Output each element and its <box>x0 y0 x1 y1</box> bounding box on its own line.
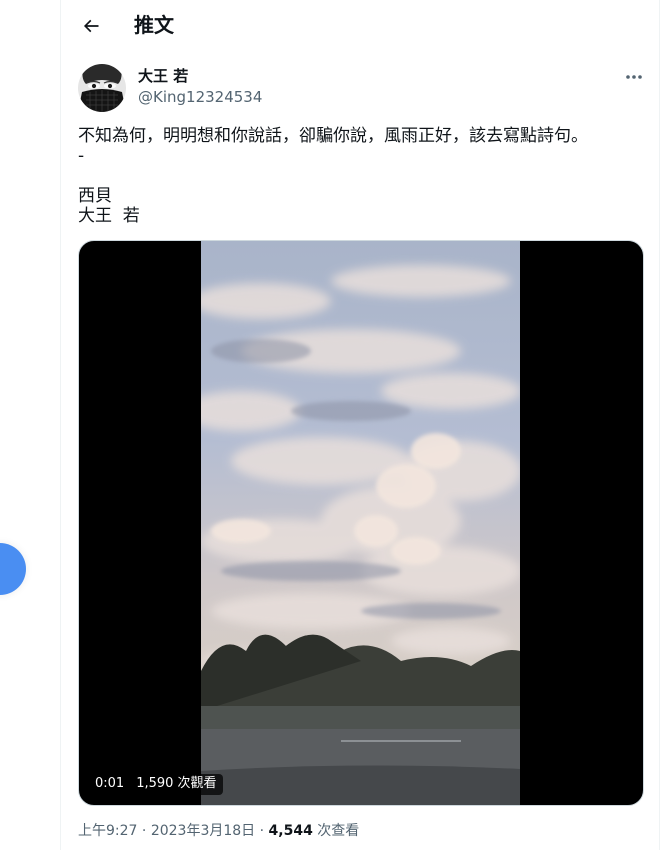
floating-action-button[interactable] <box>0 543 26 595</box>
view-count: 4,544 <box>268 823 313 839</box>
display-name[interactable]: 大王 若 <box>138 66 188 86</box>
more-button[interactable] <box>621 66 647 88</box>
video-player[interactable]: 0:01 1,590 次觀看 <box>78 240 644 806</box>
left-rail <box>0 0 60 850</box>
tweet-metadata: 上午9:27 · 2023年3月18日 · 4,544 次查看 <box>78 821 359 841</box>
tweet-time[interactable]: 上午9:27 <box>78 823 137 839</box>
tweet-text-line: - <box>78 146 85 166</box>
user-handle[interactable]: @King12324534 <box>138 87 262 107</box>
video-view-count: 1,590 次觀看 <box>136 776 217 791</box>
tweet-text-line: 不知為何，明明想和你說話，卻騙你說，風雨正好，該去寫點詩句。 <box>78 126 588 146</box>
tweet-column: 推文 大王 若 @King12324534 不知為何，明明想和你說話，卻騙你說，… <box>60 0 660 850</box>
back-arrow-icon <box>83 19 99 33</box>
signature-line: 西貝 <box>78 186 112 206</box>
view-label: 次查看 <box>317 823 360 839</box>
video-timestamp: 0:01 1,590 次觀看 <box>87 774 223 795</box>
back-button[interactable] <box>75 10 107 42</box>
video-current-time: 0:01 <box>95 776 125 791</box>
video-frame <box>201 241 520 805</box>
tweet-text: 不知為何，明明想和你說話，卻騙你說，風雨正好，該去寫點詩句。 - 西貝 大王 若 <box>78 126 648 226</box>
avatar[interactable] <box>78 64 126 112</box>
avatar-image <box>78 64 126 112</box>
meta-separator: · <box>141 823 147 839</box>
more-icon <box>626 75 642 79</box>
page-header: 推文 <box>61 0 659 52</box>
tweet-date[interactable]: 2023年3月18日 <box>151 823 255 839</box>
signature-line: 大王 若 <box>78 206 140 226</box>
page-title: 推文 <box>134 13 174 37</box>
meta-separator: · <box>259 823 265 839</box>
